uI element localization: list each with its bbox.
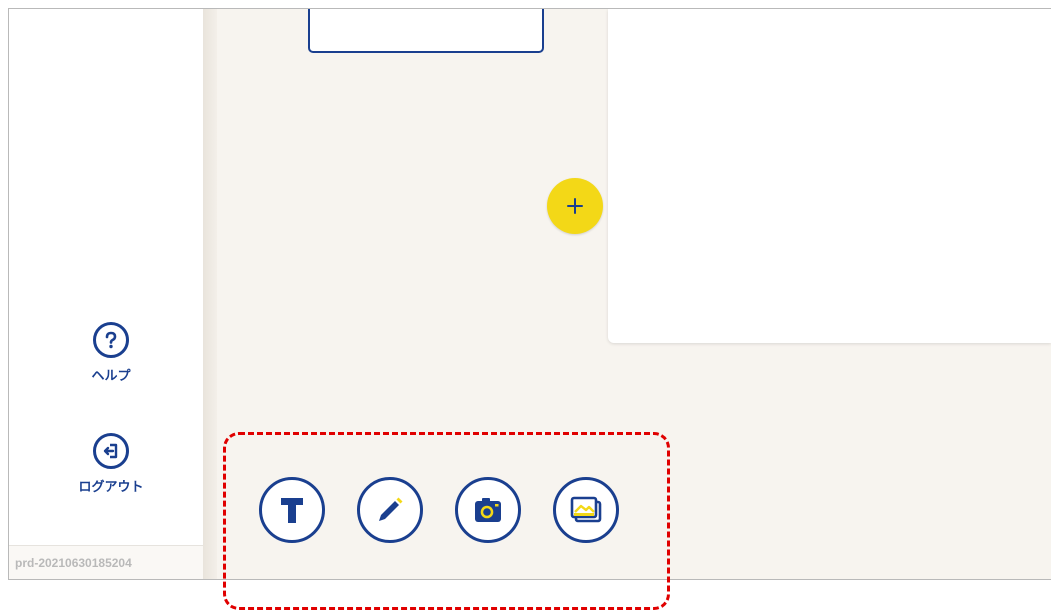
gallery-tool-button[interactable] bbox=[553, 477, 619, 543]
logout-button[interactable]: ログアウト bbox=[71, 433, 151, 495]
content-panel bbox=[608, 9, 1051, 343]
sidebar: ヘルプ ログアウト prd-20210630185204 bbox=[9, 9, 203, 579]
sidebar-divider bbox=[203, 9, 217, 579]
camera-tool-button[interactable] bbox=[455, 477, 521, 543]
version-label: prd-20210630185204 bbox=[9, 545, 203, 579]
camera-icon bbox=[475, 498, 501, 522]
logout-label: ログアウト bbox=[78, 480, 144, 495]
text-icon bbox=[281, 498, 303, 523]
image-gallery-icon bbox=[570, 496, 602, 523]
text-tool-button[interactable] bbox=[259, 477, 325, 543]
plus-icon bbox=[567, 198, 583, 214]
add-button[interactable] bbox=[547, 178, 603, 234]
pencil-icon bbox=[379, 497, 403, 521]
question-icon bbox=[93, 322, 129, 358]
pen-tool-button[interactable] bbox=[357, 477, 423, 543]
help-button[interactable]: ヘルプ bbox=[71, 322, 151, 384]
help-label: ヘルプ bbox=[91, 369, 131, 384]
logout-icon bbox=[93, 433, 129, 469]
content-card[interactable] bbox=[308, 9, 544, 53]
